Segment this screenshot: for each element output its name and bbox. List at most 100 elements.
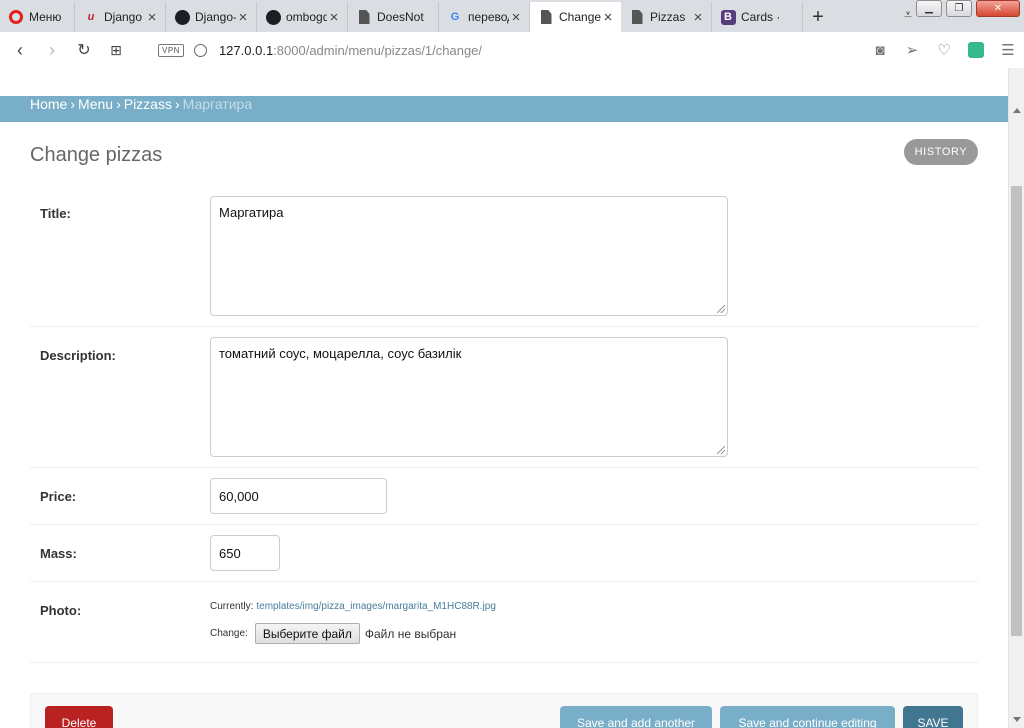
breadcrumb-home[interactable]: Home <box>30 96 67 112</box>
tab-label: перевод <box>468 10 509 24</box>
change-form: Title: Маргатира Description: томатний с… <box>30 182 978 663</box>
description-label: Description: <box>40 348 116 363</box>
tab-menu[interactable]: Меню <box>0 2 75 32</box>
no-file-text: Файл не выбран <box>364 626 457 641</box>
tab-label: Change <box>559 10 601 24</box>
tab-doesnot[interactable]: DoesNot <box>348 2 439 32</box>
opera-icon <box>8 9 24 25</box>
form-row-description: Description: томатний соус, моцарелла, с… <box>30 327 978 468</box>
document-icon <box>629 9 645 25</box>
close-tab-icon[interactable]: × <box>601 9 615 26</box>
address-bar-actions: ◙ ➢ ♡ ☰ <box>864 32 1024 68</box>
photo-currently: Currently: templates/img/pizza_images/ma… <box>210 601 496 612</box>
photo-change: Change: Выберите файл Файл не выбран <box>210 623 456 644</box>
github-icon <box>265 9 281 25</box>
history-button[interactable]: HISTORY <box>904 139 978 165</box>
speed-dial-icon[interactable]: ⊞ <box>100 42 132 59</box>
tab-ombogd[interactable]: ombogd × <box>257 2 348 32</box>
close-tab-icon[interactable]: × <box>509 9 523 26</box>
breadcrumb-model[interactable]: Pizzass <box>124 96 172 112</box>
reload-icon[interactable]: ↻ <box>68 40 100 60</box>
tab-django[interactable]: u Django × <box>75 2 166 32</box>
current-photo-link[interactable]: templates/img/pizza_images/margarita_M1H… <box>256 601 496 612</box>
page-viewport: Home › Menu › Pizzass › Маргатира Change pizza… <box>0 68 1024 728</box>
resize-grip-icon[interactable] <box>717 446 725 454</box>
breadcrumb-menu[interactable]: Menu <box>78 96 113 112</box>
photo-label: Photo: <box>40 603 82 618</box>
django-icon: u <box>87 11 95 23</box>
close-tab-icon[interactable]: × <box>691 9 705 26</box>
breadcrumb-current: Маргатира <box>182 96 253 112</box>
tab-label: Django <box>104 10 143 24</box>
scroll-up-icon[interactable] <box>1013 108 1021 113</box>
tab-label: DoesNot <box>377 10 424 24</box>
title-label: Title: <box>40 206 71 221</box>
extension-icon[interactable] <box>968 42 984 58</box>
globe-icon <box>193 43 207 57</box>
form-row-photo: Photo: Currently: templates/img/pizza_im… <box>30 582 978 663</box>
tab-change[interactable]: Change × <box>530 2 621 32</box>
close-window-icon[interactable]: ✕ <box>976 0 1020 17</box>
description-value: томатний соус, моцарелла, соус базилік <box>219 346 462 361</box>
page-content: Home › Menu › Pizzass › Маргатира Change pizza… <box>0 68 1008 728</box>
tab-label: Pizzas <box>650 10 686 24</box>
mass-input[interactable]: 650 <box>210 535 280 571</box>
minimize-icon[interactable]: ▁ <box>916 0 942 17</box>
resize-grip-icon[interactable] <box>717 305 725 313</box>
tab-translate[interactable]: G перевод × <box>439 2 530 32</box>
tab-cards[interactable]: B Cards · <box>712 2 803 32</box>
save-and-continue-button[interactable]: Save and continue editing <box>720 706 895 728</box>
currently-label: Currently: <box>210 601 254 612</box>
bootstrap-icon: B <box>720 9 736 25</box>
new-tab-button[interactable]: + <box>803 2 833 32</box>
camera-icon[interactable]: ◙ <box>864 42 896 59</box>
close-tab-icon[interactable]: × <box>145 9 159 26</box>
form-row-title: Title: Маргатира <box>30 182 978 327</box>
description-textarea[interactable]: томатний соус, моцарелла, соус базилік <box>210 337 728 457</box>
breadcrumb-separator: › <box>116 96 121 112</box>
address-bar: ‹ › ↻ ⊞ VPN 127.0.0.1:8000/admin/menu/pi… <box>0 32 1024 68</box>
heart-icon[interactable]: ♡ <box>928 41 960 59</box>
price-input[interactable]: 60,000 <box>210 478 387 514</box>
form-row-price: Price: 60,000 <box>30 468 978 525</box>
breadcrumb-separator: › <box>70 96 76 112</box>
tab-bar: Меню u Django × Django- × ombogd × DoesN… <box>0 0 1024 32</box>
mass-label: Mass: <box>40 546 77 561</box>
scrollbar-thumb[interactable] <box>1011 186 1022 636</box>
close-tab-icon[interactable]: × <box>236 9 250 26</box>
submit-row: Delete Save and add another Save and con… <box>30 693 978 728</box>
title-textarea[interactable]: Маргатира <box>210 196 728 316</box>
tab-label: ombogd <box>286 10 327 24</box>
price-label: Price: <box>40 489 77 504</box>
url-host: 127.0.0.1 <box>218 42 274 58</box>
close-tab-icon[interactable]: × <box>327 9 341 26</box>
restore-icon[interactable]: ❐ <box>946 0 972 17</box>
document-icon <box>356 9 372 25</box>
form-row-mass: Mass: 650 <box>30 525 978 582</box>
choose-file-button[interactable]: Выберите файл <box>254 623 360 644</box>
scroll-down-icon[interactable] <box>1013 717 1021 722</box>
vpn-badge[interactable]: VPN <box>158 43 184 57</box>
page-scrollbar[interactable] <box>1008 68 1024 728</box>
page-title: Change pizzas <box>30 144 163 166</box>
breadcrumb: Home › Menu › Pizzass › Маргатира <box>0 96 1008 122</box>
breadcrumb-separator: › <box>174 96 180 112</box>
title-value: Маргатира <box>219 205 284 220</box>
send-icon[interactable]: ➢ <box>896 41 928 59</box>
document-icon <box>538 9 554 25</box>
back-icon[interactable]: ‹ <box>4 40 36 61</box>
save-button[interactable]: SAVE <box>903 706 963 728</box>
tab-label: Django- <box>195 10 236 24</box>
tab-label: Меню <box>29 10 62 24</box>
url-path: :8000/admin/menu/pizzas/1/change/ <box>273 42 483 58</box>
delete-button[interactable]: Delete <box>45 706 113 728</box>
window-controls: ▁ ❐ ✕ <box>916 0 1024 22</box>
tab-menu-icon[interactable]: ⩡ <box>904 6 912 23</box>
tab-pizzas[interactable]: Pizzas × <box>621 2 712 32</box>
url-field[interactable]: 127.0.0.1:8000/admin/menu/pizzas/1/chang… <box>219 43 482 58</box>
forward-icon[interactable]: › <box>36 40 68 61</box>
tab-django-github[interactable]: Django- × <box>166 2 257 32</box>
settings-sliders-icon[interactable]: ☰ <box>992 41 1024 59</box>
google-icon: G <box>450 11 460 23</box>
save-and-add-another-button[interactable]: Save and add another <box>560 706 712 728</box>
